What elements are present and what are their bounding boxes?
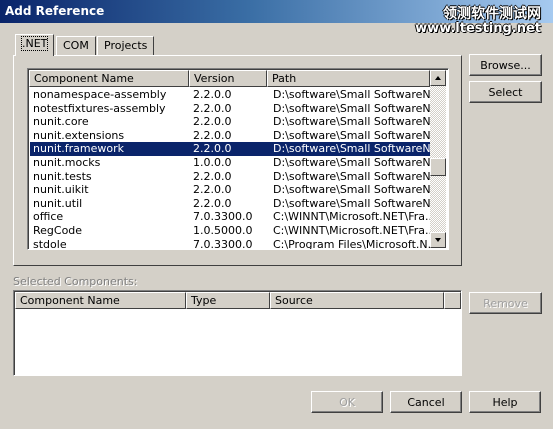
table-row[interactable]: nunit.util 2.2.0.0 D:\software\Small Softw… (30, 196, 431, 211)
cancel-button[interactable]: Cancel (390, 391, 462, 413)
tab-dotnet-label: .NET (20, 36, 49, 51)
table-cell-name: nunit.uikit (33, 183, 89, 197)
table-cell-version: 2.2.0.0 (193, 196, 232, 210)
selected-column-header-empty (444, 292, 461, 309)
selected-components-list[interactable]: Component Name Type Source (13, 290, 462, 376)
ok-button[interactable]: OK (311, 391, 383, 413)
scroll-up-button[interactable] (430, 70, 446, 86)
table-cell-version: 2.2.0.0 (193, 101, 232, 115)
table-cell-name: nunit.core (33, 115, 89, 129)
table-cell-path: D:\software\Small SoftwareN... (273, 88, 431, 101)
tab-projects[interactable]: Projects (97, 36, 155, 55)
table-row[interactable]: stdole 7.0.3300.0 C:\Program Files\Microso… (30, 237, 431, 250)
component-list-scrollbar[interactable] (430, 70, 446, 248)
tab-com[interactable]: COM (56, 36, 96, 55)
table-cell-path: D:\software\Small SoftwareN... (273, 115, 431, 129)
select-button[interactable]: Select (469, 81, 542, 103)
table-cell-path: D:\software\Small SoftwareN... (273, 183, 431, 197)
table-row[interactable]: nunit.core 2.2.0.0 D:\software\Small Softw… (30, 115, 431, 129)
column-header-component-name[interactable]: Component Name (29, 70, 189, 87)
table-cell-path: D:\software\Small SoftwareN... (273, 156, 431, 169)
table-cell-version: 2.2.0.0 (193, 115, 232, 129)
table-cell-name: nonamespace-assembly (33, 88, 167, 101)
table-cell-version: 1.0.5000.0 (193, 224, 253, 237)
table-cell-path: C:\Program Files\Microsoft.N... (273, 237, 431, 250)
selected-column-header-component-name[interactable]: Component Name (15, 292, 186, 309)
help-button-label: Help (492, 396, 518, 409)
table-cell-version: 1.0.0.0 (193, 156, 232, 169)
ok-button-label: OK (339, 396, 355, 409)
table-row[interactable]: nunit.tests 2.2.0.0 D:\software\Small Soft… (30, 169, 431, 184)
table-cell-name: nunit.mocks (33, 156, 101, 169)
table-cell-version: 7.0.3300.0 (193, 237, 253, 250)
table-cell-version: 7.0.3300.0 (193, 210, 253, 224)
remove-button-label: Remove (483, 297, 528, 310)
help-button[interactable]: Help (469, 391, 541, 413)
tab-dotnet[interactable]: .NET (15, 34, 55, 56)
remove-button[interactable]: Remove (469, 292, 542, 314)
table-row[interactable]: nonamespace-assembly 2.2.0.0 D:\software\S… (30, 88, 431, 102)
table-row[interactable]: nunit.extensions 2.2.0.0 D:\software\Small… (30, 128, 431, 143)
table-cell-name: notestfixtures-assembly (33, 101, 166, 115)
table-cell-path: C:\WINNT\Microsoft.NET\Fra... (273, 210, 431, 224)
column-header-version[interactable]: Version (189, 70, 267, 87)
table-cell-version: 2.2.0.0 (193, 169, 232, 183)
table-cell-version: 2.2.0.0 (193, 142, 232, 156)
table-row[interactable]: office 7.0.3300.0 C:\WINNT\Microsoft.NET\F… (30, 210, 431, 224)
table-row[interactable]: nunit.framework 2.2.0.0 D:\software\Small … (30, 142, 431, 157)
selected-column-header-source[interactable]: Source (270, 292, 444, 309)
table-cell-path: D:\software\Small SoftwareN... (273, 101, 431, 115)
title-bar[interactable]: Add Reference 领测软件测试网 (0, 0, 553, 23)
browse-button[interactable]: Browse... (469, 54, 542, 76)
tab-projects-label: Projects (104, 39, 148, 52)
table-row[interactable]: nunit.mocks 1.0.0.0 D:\software\Small Soft… (30, 156, 431, 170)
table-row[interactable]: nunit.uikit 2.2.0.0 D:\software\Small Soft… (30, 183, 431, 197)
scroll-down-button[interactable] (430, 232, 446, 248)
table-cell-name: nunit.framework (33, 142, 125, 156)
watermark-url: www.ltesting.net (415, 21, 541, 36)
cancel-button-label: Cancel (407, 396, 445, 409)
table-cell-name: RegCode (33, 224, 83, 237)
scroll-thumb[interactable] (430, 158, 446, 176)
selected-column-header-type[interactable]: Type (186, 292, 270, 309)
table-cell-path: C:\WINNT\Microsoft.NET\Fra... (273, 224, 431, 237)
table-cell-name: nunit.extensions (33, 128, 125, 142)
window-title: Add Reference (5, 4, 105, 18)
tab-com-label: COM (63, 39, 89, 52)
table-cell-name: nunit.tests (33, 169, 92, 183)
table-cell-name: office (33, 210, 64, 224)
selected-components-label: Selected Components: (13, 275, 138, 288)
table-cell-name: nunit.util (33, 196, 83, 210)
table-cell-version: 2.2.0.0 (193, 88, 232, 101)
table-cell-path: D:\software\Small SoftwareN... (273, 169, 431, 183)
table-cell-version: 2.2.0.0 (193, 128, 232, 142)
component-list[interactable]: Component Name Version Path nonamespace-… (27, 68, 449, 250)
table-cell-path: D:\software\Small SoftwareN... (273, 128, 431, 142)
table-cell-path: D:\software\Small SoftwareN... (273, 142, 431, 156)
table-row[interactable]: RegCode 1.0.5000.0 C:\WINNT\Microsoft.NET\… (30, 224, 431, 238)
column-header-path[interactable]: Path (267, 70, 430, 87)
table-cell-version: 2.2.0.0 (193, 183, 232, 197)
select-button-label: Select (488, 86, 523, 99)
table-cell-path: D:\software\Small SoftwareN... (273, 196, 431, 210)
watermark-text: 领测软件测试网 (443, 6, 541, 22)
table-cell-name: stdole (33, 237, 67, 250)
table-row[interactable]: notestfixtures-assembly 2.2.0.0 D:\softwar… (30, 101, 431, 116)
browse-button-label: Browse... (480, 59, 531, 72)
